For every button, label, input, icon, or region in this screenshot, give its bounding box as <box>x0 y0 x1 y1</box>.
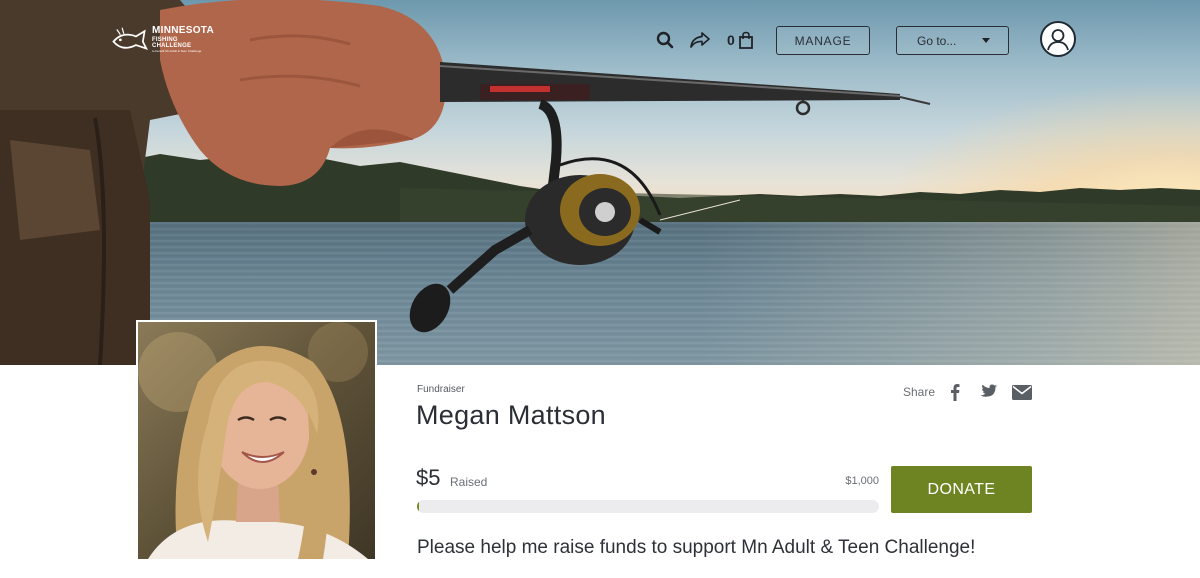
fundraiser-tagline: Please help me raise funds to support Mn… <box>417 537 976 558</box>
manage-button[interactable]: MANAGE <box>776 26 870 55</box>
portrait-image <box>138 322 375 559</box>
logo-line-1: MINNESOTA <box>152 24 214 36</box>
fundraiser-photo <box>136 320 377 561</box>
email-icon <box>1012 384 1032 400</box>
donate-button[interactable]: DONATE <box>891 466 1032 513</box>
progress-fill <box>417 500 420 513</box>
cart-button[interactable]: 0 <box>727 29 754 51</box>
user-avatar-icon <box>1043 24 1073 54</box>
cart-count: 0 <box>727 32 735 48</box>
search-icon <box>656 31 674 49</box>
share-email-button[interactable] <box>1011 381 1033 403</box>
raised-amount: $5 <box>416 465 441 490</box>
share-arrow-icon <box>690 32 710 48</box>
share-facebook-button[interactable] <box>946 381 964 403</box>
goto-dropdown-label: Go to... <box>917 33 957 48</box>
twitter-icon <box>979 384 997 397</box>
fundraising-progress-bar <box>417 500 879 513</box>
goal-amount: $1,000 <box>845 475 879 487</box>
share-label: Share <box>903 385 936 399</box>
logo-wordmark: MINNESOTA FISHING CHALLENGE to benefit M… <box>152 24 214 53</box>
fish-logo-icon <box>112 27 149 50</box>
logo-line-2: FISHING CHALLENGE <box>152 36 192 49</box>
fundraiser-name: Megan Mattson <box>416 400 606 430</box>
user-avatar-button[interactable] <box>1040 21 1076 57</box>
share-page-button[interactable] <box>689 29 711 51</box>
raised-label: Raised <box>450 475 488 489</box>
share-twitter-button[interactable] <box>976 381 998 403</box>
fundraiser-kicker: Fundraiser <box>417 384 465 395</box>
facebook-icon <box>951 384 960 401</box>
search-button[interactable] <box>654 29 676 51</box>
goto-dropdown[interactable]: Go to... <box>896 26 1009 55</box>
shopping-bag-icon <box>738 31 753 49</box>
site-logo[interactable]: MINNESOTA FISHING CHALLENGE to benefit M… <box>110 22 214 56</box>
logo-line-3: to benefit Mn Adult & Teen Challenge <box>152 48 202 53</box>
caret-down-icon <box>982 38 990 43</box>
